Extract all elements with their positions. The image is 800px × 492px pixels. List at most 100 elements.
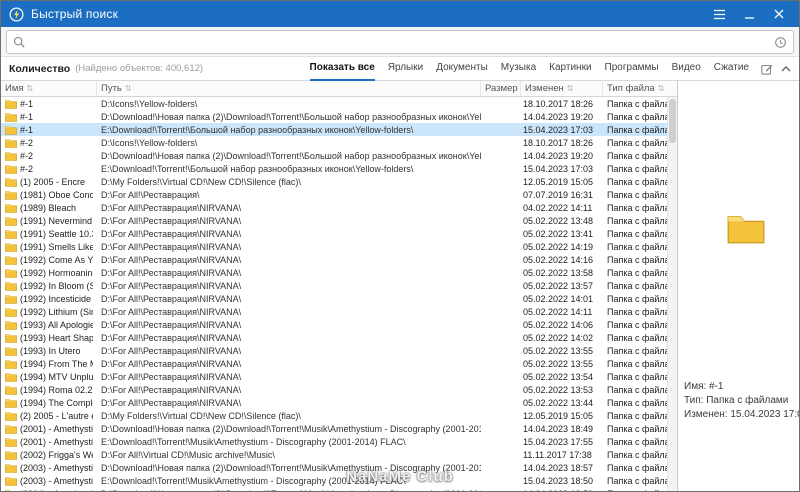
table-row[interactable]: (1993) Heart Shaped B... D:\For All!\Рес… xyxy=(1,331,677,344)
row-path: D:\Icons!\Yellow-folders\ xyxy=(97,138,481,148)
row-type: Папка с файлами xyxy=(603,333,677,343)
table-row[interactable]: #-2 D:\Download!\Новая папка (2)\Downloa… xyxy=(1,149,677,162)
table-row[interactable]: (1994) MTV Unplugged... D:\For All!\Рест… xyxy=(1,370,677,383)
row-path: D:\For All!\Реставрация\NIRVANA\ xyxy=(97,242,481,252)
category-tab[interactable]: Показать все xyxy=(310,57,375,81)
category-tab[interactable]: Видео xyxy=(672,57,701,81)
table-row[interactable]: (1993) All Apologies (S... D:\For All!\Р… xyxy=(1,318,677,331)
row-path: E:\Download!\Torrent!\Большой набор разн… xyxy=(97,125,481,135)
row-modified: 18.10.2017 18:26 xyxy=(521,99,603,109)
minimize-icon[interactable] xyxy=(737,4,761,24)
table-row[interactable]: (1992) Lithium (Single) D:\For All!\Рест… xyxy=(1,305,677,318)
table-row[interactable]: (2004) - Amethystium -... D:\Download!\Н… xyxy=(1,487,677,491)
row-path: D:\Download!\Новая папка (2)\Download!\T… xyxy=(97,151,481,161)
category-tab[interactable]: Программы xyxy=(605,57,659,81)
edit-icon[interactable] xyxy=(761,63,773,75)
table-scrollbar[interactable] xyxy=(667,97,677,491)
row-name: (1991) Smells Like Tee... xyxy=(20,242,93,252)
table-row[interactable]: (1992) Incesticide D:\For All!\Реставрац… xyxy=(1,292,677,305)
row-name: (1993) In Utero xyxy=(20,346,81,356)
results-table: Имя ⇅ Путь ⇅ Размер ⇅ Изменен ⇅ Тип файл… xyxy=(1,81,677,491)
row-path: D:\For All!\Реставрация\NIRVANA\ xyxy=(97,398,481,408)
table-row[interactable]: (1989) Bleach D:\For All!\Реставрация\NI… xyxy=(1,201,677,214)
table-row[interactable]: (1993) In Utero D:\For All!\Реставрация\… xyxy=(1,344,677,357)
folder-icon xyxy=(5,229,17,239)
category-tabs: Показать все Ярлыки Документы Музыка Кар… xyxy=(310,57,749,81)
close-icon[interactable] xyxy=(767,4,791,24)
row-type: Папка с файлами xyxy=(603,398,677,408)
row-path: D:\For All!\Реставрация\NIRVANA\ xyxy=(97,203,481,213)
app-logo-icon xyxy=(9,7,24,22)
table-row[interactable]: (2001) - Amethystium -... E:\Download!\T… xyxy=(1,435,677,448)
category-tab[interactable]: Музыка xyxy=(501,57,536,81)
search-input[interactable] xyxy=(31,36,768,48)
row-modified: 05.02.2022 13:41 xyxy=(521,229,603,239)
column-header[interactable]: Размер ⇅ xyxy=(481,81,521,96)
table-row[interactable]: (1) 2005 - Encre D:\My Folders!\Virtual … xyxy=(1,175,677,188)
column-header[interactable]: Тип файла ⇅ xyxy=(603,81,677,96)
table-row[interactable]: (1994) From The Mudd... D:\For All!\Рест… xyxy=(1,357,677,370)
row-path: D:\Download!\Новая папка (2)\Download!\T… xyxy=(97,463,481,473)
row-type: Папка с файлами xyxy=(603,307,677,317)
row-modified: 15.04.2023 17:55 xyxy=(521,437,603,447)
table-row[interactable]: (2002) Frigga's Web D:\For All!\Virtual … xyxy=(1,448,677,461)
table-row[interactable]: (1991) Seattle 10.31.91 D:\For All!\Рест… xyxy=(1,227,677,240)
scrollbar-thumb[interactable] xyxy=(669,99,676,143)
table-row[interactable]: (1981) Oboe Concerto... D:\For All!\Рест… xyxy=(1,188,677,201)
row-type: Папка с файлами xyxy=(603,138,677,148)
table-row[interactable]: (1994) The Complete R... D:\For All!\Рес… xyxy=(1,396,677,409)
table-row[interactable]: (2003) - Amethystium -... D:\Download!\Н… xyxy=(1,461,677,474)
row-path: D:\For All!\Реставрация\ xyxy=(97,190,481,200)
menu-icon[interactable] xyxy=(707,4,731,24)
row-name: (1981) Oboe Concerto... xyxy=(20,190,93,200)
category-tab[interactable]: Сжатие xyxy=(714,57,749,81)
table-row[interactable]: (1991) Smells Like Tee... D:\For All!\Ре… xyxy=(1,240,677,253)
folder-icon xyxy=(5,112,17,122)
row-name: (1994) Roma 02.22.94 xyxy=(20,385,93,395)
table-row[interactable]: #-1 D:\Icons!\Yellow-folders\ 18.10.2017… xyxy=(1,97,677,110)
row-modified: 15.04.2023 17:03 xyxy=(521,164,603,174)
row-modified: 04.02.2022 14:11 xyxy=(521,203,603,213)
row-path: D:\For All!\Реставрация\NIRVANA\ xyxy=(97,229,481,239)
row-name: (2001) - Amethystium -... xyxy=(20,437,93,447)
table-row[interactable]: #-2 E:\Download!\Torrent!\Большой набор … xyxy=(1,162,677,175)
folder-icon xyxy=(5,450,17,460)
row-type: Папка с файлами xyxy=(603,437,677,447)
folder-icon xyxy=(5,177,17,187)
row-name: #-1 xyxy=(20,99,33,109)
category-tab[interactable]: Картинки xyxy=(549,57,591,81)
row-name: (1993) All Apologies (S... xyxy=(20,320,93,330)
sort-icon: ⇅ xyxy=(567,84,574,93)
table-row[interactable]: (2) 2005 - L'autre endroit D:\My Folders… xyxy=(1,409,677,422)
folder-icon xyxy=(5,489,17,492)
table-row[interactable]: (1992) In Bloom (Single) D:\For All!\Рес… xyxy=(1,279,677,292)
table-row[interactable]: #-1 E:\Download!\Torrent!\Большой набор … xyxy=(1,123,677,136)
table-row[interactable]: #-1 D:\Download!\Новая папка (2)\Downloa… xyxy=(1,110,677,123)
column-header[interactable]: Путь ⇅ xyxy=(97,81,481,96)
row-path: D:\For All!\Реставрация\NIRVANA\ xyxy=(97,333,481,343)
row-path: D:\For All!\Реставрация\NIRVANA\ xyxy=(97,216,481,226)
history-icon[interactable] xyxy=(774,36,787,49)
column-header[interactable]: Имя ⇅ xyxy=(1,81,97,96)
table-row[interactable]: (1991) Nevermind D:\For All!\Реставрация… xyxy=(1,214,677,227)
preview-details: Имя: #-1Тип: Папка с файламиИзменен: 15.… xyxy=(678,376,800,426)
table-row[interactable]: (2001) - Amethystium -... D:\Download!\Н… xyxy=(1,422,677,435)
row-name: #-2 xyxy=(20,151,33,161)
column-header[interactable]: Изменен ⇅ xyxy=(521,81,603,96)
collapse-icon[interactable] xyxy=(781,66,791,72)
table-row[interactable]: #-2 D:\Icons!\Yellow-folders\ 18.10.2017… xyxy=(1,136,677,149)
search-bar xyxy=(1,27,799,57)
row-type: Папка с файлами xyxy=(603,151,677,161)
table-row[interactable]: (1992) Come As You A... D:\For All!\Рест… xyxy=(1,253,677,266)
table-row[interactable]: (1994) Roma 02.22.94 D:\For All!\Реставр… xyxy=(1,383,677,396)
count-detail: (Найдено объектов: 400,612) xyxy=(75,63,203,74)
preview-detail: Изменен: 15.04.2023 17:03 xyxy=(684,408,800,422)
search-box[interactable] xyxy=(6,30,794,54)
row-name: #-2 xyxy=(20,138,33,148)
preview-folder-icon xyxy=(727,213,765,244)
row-type: Папка с файлами xyxy=(603,255,677,265)
category-tab[interactable]: Ярлыки xyxy=(388,57,423,81)
table-row[interactable]: (1992) Hormoaning D:\For All!\Реставраци… xyxy=(1,266,677,279)
category-tab[interactable]: Документы xyxy=(436,57,488,81)
table-row[interactable]: (2003) - Amethystium -... E:\Download!\T… xyxy=(1,474,677,487)
